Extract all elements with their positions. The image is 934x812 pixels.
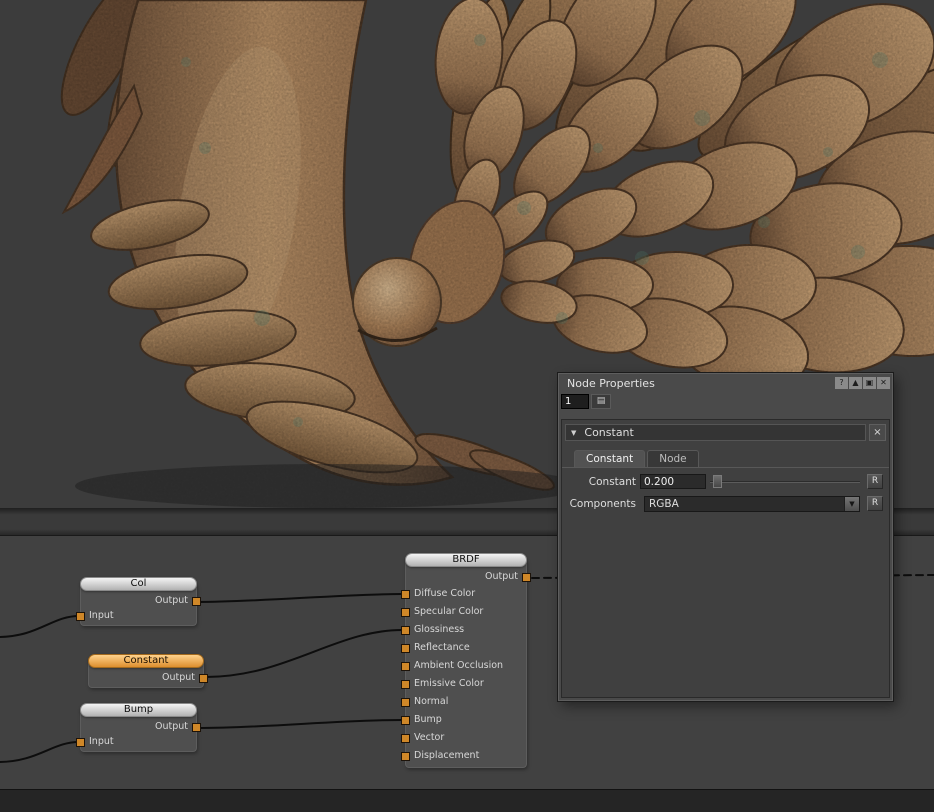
help-icon[interactable]: ?: [835, 377, 848, 389]
node-col-input-row: Input: [81, 608, 196, 623]
input-port[interactable]: [401, 644, 410, 653]
input-port[interactable]: [401, 734, 410, 743]
input-port[interactable]: [401, 698, 410, 707]
brdf-input-row: Displacement: [406, 747, 526, 765]
collapse-up-icon[interactable]: ▲: [849, 377, 862, 389]
brdf-input-row: Specular Color: [406, 603, 526, 621]
output-port[interactable]: [192, 597, 201, 606]
input-label: Glossiness: [414, 624, 464, 635]
node-col-header[interactable]: Col: [80, 577, 197, 591]
panel-index-row: ▤: [559, 391, 892, 409]
output-label: Output: [485, 571, 518, 582]
application-window: Col Output Input Constant Output Bump O: [0, 0, 934, 812]
constant-slider[interactable]: [710, 474, 860, 489]
input-label: Specular Color: [414, 606, 483, 617]
panel-title: Node Properties: [567, 377, 834, 390]
input-port[interactable]: [401, 680, 410, 689]
output-port[interactable]: [192, 723, 201, 732]
input-label: Diffuse Color: [414, 588, 475, 599]
input-port[interactable]: [401, 716, 410, 725]
node-brdf-output-row: Output: [406, 569, 526, 585]
brdf-input-row: Glossiness: [406, 621, 526, 639]
brdf-input-row: Reflectance: [406, 639, 526, 657]
input-label: Normal: [414, 696, 448, 707]
input-label: Reflectance: [414, 642, 470, 653]
input-port[interactable]: [401, 608, 410, 617]
reset-button[interactable]: R: [867, 496, 883, 511]
node-properties-panel: Node Properties ? ▲ ▣ ✕ ▤ ▼ Constant × C…: [558, 373, 893, 701]
tab-constant[interactable]: Constant: [574, 450, 645, 467]
constant-value-input[interactable]: [640, 474, 706, 489]
output-label: Output: [155, 721, 188, 732]
input-port[interactable]: [76, 738, 85, 747]
brdf-input-row: Ambient Occlusion: [406, 657, 526, 675]
index-input[interactable]: [561, 394, 589, 409]
input-label: Vector: [414, 732, 444, 743]
components-label: Components: [562, 498, 640, 510]
node-brdf-body: Output Diffuse Color Specular Color Glos…: [405, 560, 527, 768]
node-brdf-header[interactable]: BRDF: [405, 553, 527, 567]
chevron-down-icon[interactable]: ▼: [571, 429, 576, 437]
brdf-input-row: Normal: [406, 693, 526, 711]
node-col[interactable]: Col Output Input: [80, 577, 197, 626]
node-constant[interactable]: Constant Output: [88, 654, 204, 688]
output-label: Output: [162, 672, 195, 683]
panel-content: ▼ Constant × Constant Node Constant R Co…: [561, 419, 890, 698]
panel-titlebar[interactable]: Node Properties ? ▲ ▣ ✕: [559, 374, 892, 391]
constant-field-row: Constant R: [562, 473, 889, 490]
constant-label: Constant: [562, 476, 640, 488]
slider-track[interactable]: [710, 481, 860, 483]
tab-node[interactable]: Node: [647, 450, 698, 467]
section-close-button[interactable]: ×: [869, 424, 886, 441]
node-bump[interactable]: Bump Output Input: [80, 703, 197, 752]
maximize-icon[interactable]: ▣: [863, 377, 876, 389]
input-label: Input: [89, 610, 114, 621]
node-brdf[interactable]: BRDF Output Diffuse Color Specular Color…: [405, 553, 527, 768]
input-label: Displacement: [414, 750, 479, 761]
input-label: Emissive Color: [414, 678, 484, 689]
input-label: Bump: [414, 714, 442, 725]
node-constant-output-row: Output: [89, 670, 203, 685]
section-title: Constant: [584, 426, 633, 439]
node-bump-input-row: Input: [81, 734, 196, 749]
input-label: Input: [89, 736, 114, 747]
reset-button[interactable]: R: [867, 474, 883, 489]
tab-bar: Constant Node: [562, 450, 889, 468]
brdf-input-row: Vector: [406, 729, 526, 747]
components-field-row: Components RGBA ▼ R: [562, 495, 889, 512]
status-bar: [0, 789, 934, 812]
close-icon[interactable]: ✕: [877, 377, 890, 389]
input-port[interactable]: [401, 662, 410, 671]
node-col-output-row: Output: [81, 593, 196, 608]
brdf-input-row: Diffuse Color: [406, 585, 526, 603]
brdf-input-row: Emissive Color: [406, 675, 526, 693]
node-bump-header[interactable]: Bump: [80, 703, 197, 717]
dropdown-arrow-icon[interactable]: ▼: [844, 497, 859, 511]
section-titlebar[interactable]: ▼ Constant: [565, 424, 866, 441]
node-bump-output-row: Output: [81, 719, 196, 734]
components-dropdown[interactable]: RGBA ▼: [644, 496, 860, 512]
input-port[interactable]: [401, 626, 410, 635]
output-label: Output: [155, 595, 188, 606]
input-port[interactable]: [76, 612, 85, 621]
output-port[interactable]: [199, 674, 208, 683]
output-port[interactable]: [522, 573, 531, 582]
input-label: Ambient Occlusion: [414, 660, 503, 671]
index-options-button[interactable]: ▤: [591, 394, 611, 409]
components-value: RGBA: [649, 498, 679, 510]
section-header: ▼ Constant ×: [565, 424, 886, 441]
input-port[interactable]: [401, 752, 410, 761]
input-port[interactable]: [401, 590, 410, 599]
brdf-input-row: Bump: [406, 711, 526, 729]
node-constant-header[interactable]: Constant: [88, 654, 204, 668]
slider-handle[interactable]: [713, 475, 722, 488]
